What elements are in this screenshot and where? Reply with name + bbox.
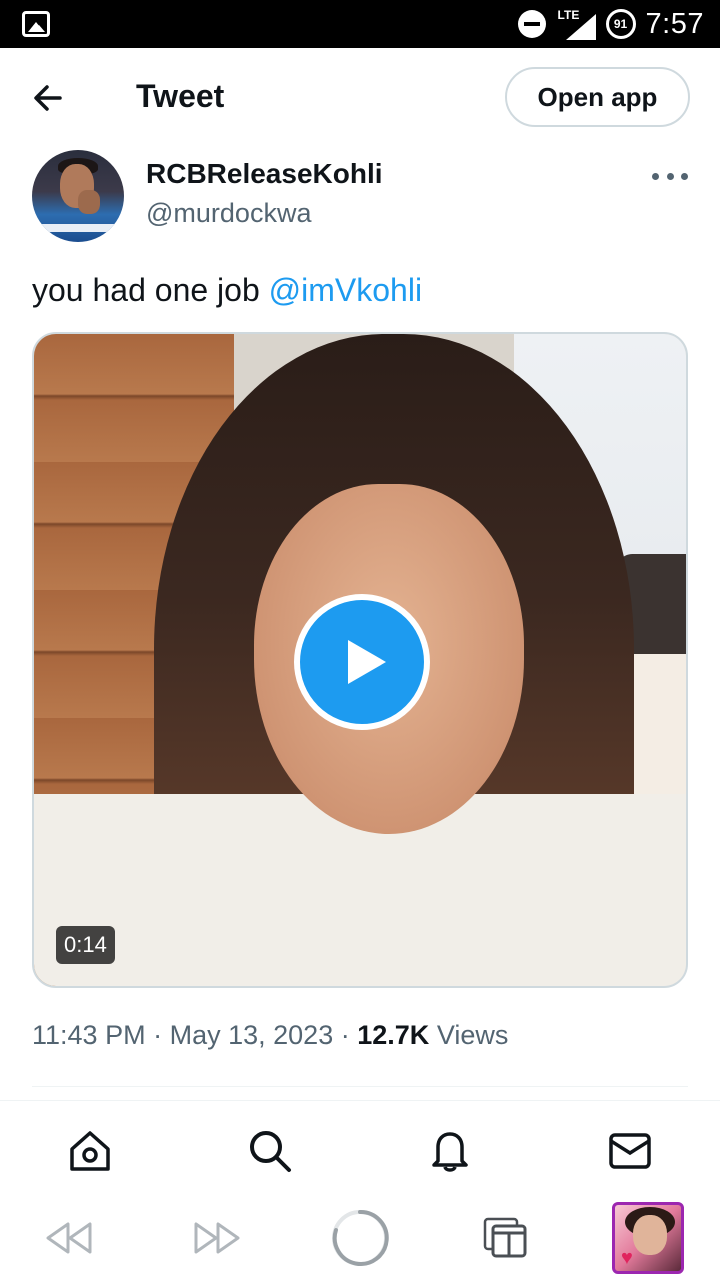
tab-home[interactable] [66, 1127, 114, 1175]
divider [32, 1086, 688, 1087]
back-button[interactable] [28, 78, 68, 118]
do-not-disturb-icon [517, 10, 546, 38]
views-count: 12.7K [357, 1020, 430, 1050]
fast-forward-icon [194, 1222, 240, 1254]
page-title: Tweet [136, 78, 225, 114]
signal-icon: LTE [556, 8, 596, 40]
tabs-icon [483, 1217, 527, 1258]
tweet-body: you had one job [32, 272, 269, 308]
video-player[interactable]: 0:14 [32, 332, 688, 988]
tweet-time[interactable]: 11:43 PM [32, 1020, 146, 1050]
meta-separator: · [340, 1020, 350, 1050]
page-thumbnail[interactable]: ♥ [612, 1202, 684, 1274]
tab-search[interactable] [246, 1127, 294, 1175]
tab-messages[interactable] [606, 1127, 654, 1175]
meta-separator: · [153, 1020, 163, 1050]
views-label: Views [436, 1020, 509, 1050]
tabs-button[interactable] [478, 1210, 534, 1266]
avatar[interactable] [32, 150, 124, 242]
tab-notifications[interactable] [426, 1127, 474, 1175]
battery-icon: 91 [605, 9, 636, 39]
play-icon [348, 640, 386, 684]
open-app-button[interactable]: Open app [505, 67, 690, 127]
image-notification-icon [22, 11, 50, 37]
status-bar: LTE 91 7:57 [0, 0, 720, 48]
heart-icon: ♥ [621, 1247, 633, 1269]
rewind-icon [46, 1222, 92, 1254]
rewind-button[interactable] [42, 1210, 98, 1266]
reload-button[interactable] [330, 1208, 390, 1268]
clock: 7:57 [645, 7, 704, 40]
loading-spinner-icon [332, 1209, 389, 1266]
top-header: Tweet Open app [0, 48, 720, 144]
bottom-tab-bar [0, 1100, 720, 1196]
author-display-name[interactable]: RCBReleaseKohli [146, 158, 383, 190]
tweet-date[interactable]: May 13, 2023 [170, 1020, 334, 1050]
author-handle[interactable]: @murdockwa [146, 198, 311, 229]
video-duration-badge: 0:14 [56, 926, 115, 964]
fast-forward-button[interactable] [188, 1210, 244, 1266]
mention-link[interactable]: @imVkohli [269, 272, 422, 308]
status-bar-right: LTE 91 7:57 [517, 0, 704, 48]
notifications-icon [432, 1132, 468, 1172]
messages-icon [609, 1133, 651, 1169]
more-options-icon[interactable] [652, 166, 688, 186]
tweet-meta: 11:43 PM · May 13, 2023 · 12.7K Views [32, 1020, 508, 1051]
home-icon [70, 1131, 110, 1171]
play-button[interactable] [294, 594, 430, 730]
arrow-left-icon [34, 85, 62, 111]
search-icon [250, 1131, 291, 1172]
tweet-text: you had one job @imVkohli [32, 272, 422, 309]
